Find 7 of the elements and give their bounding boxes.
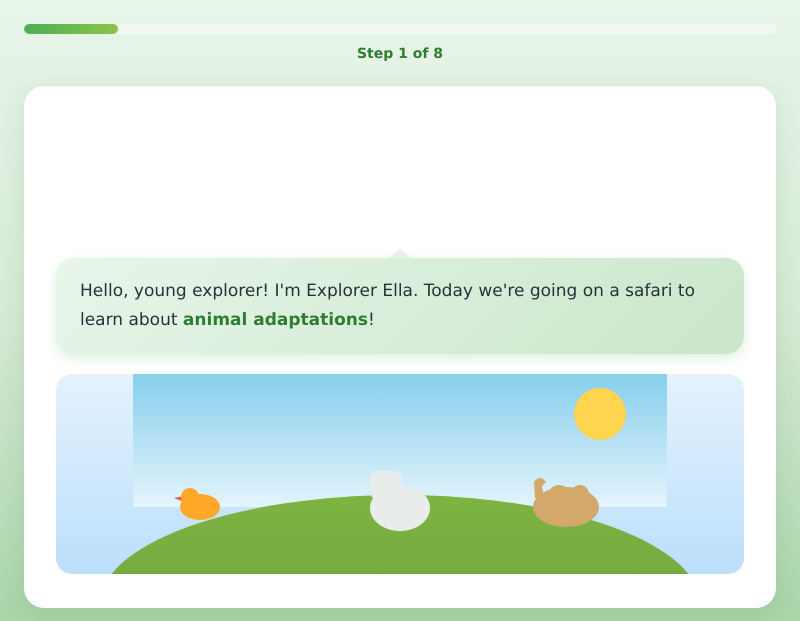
- step-counter: Step 1 of 8: [356, 45, 444, 63]
- duck-drawing: [174, 488, 220, 520]
- speech-text: Hello, young explorer! I'm Explorer Ella. Today we're going on a safari to learn about animal adaptations!: [80, 281, 695, 330]
- bear-drawing: [370, 471, 430, 531]
- camel-drawing: [533, 478, 599, 527]
- bubble-pointer: [389, 248, 411, 258]
- sun-drawing: [574, 388, 626, 440]
